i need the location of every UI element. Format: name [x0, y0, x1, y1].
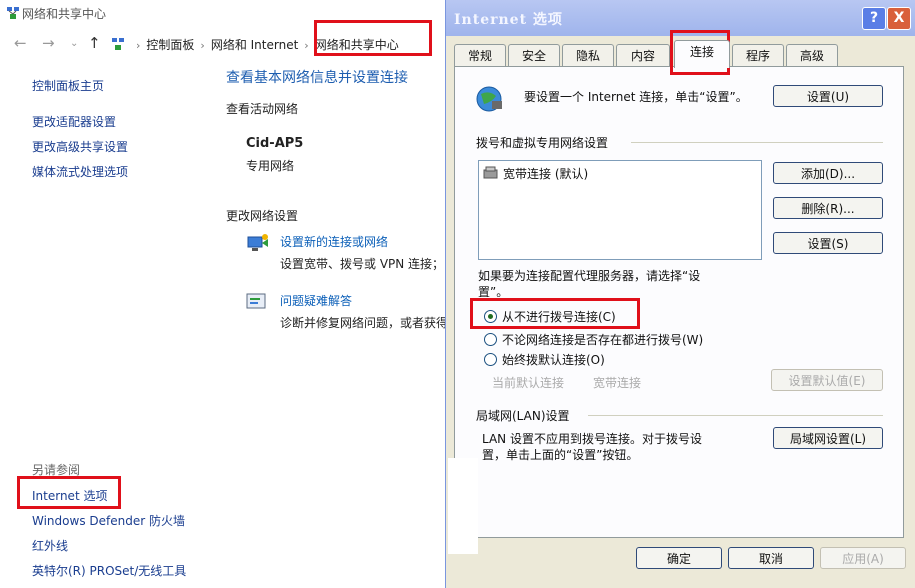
setup-connection-desc: 设置宽带、拨号或 VPN 连接；	[280, 257, 445, 271]
new-connection-icon	[246, 233, 270, 258]
troubleshoot-icon	[246, 292, 268, 315]
lan-settings-button[interactable]: 局域网设置(L)	[773, 427, 883, 449]
tab-general[interactable]: 常规	[454, 44, 506, 67]
breadcrumb-separator-icon: ›	[304, 39, 309, 52]
back-arrow-icon[interactable]: ←	[14, 34, 27, 52]
page-title: 查看基本网络信息并设置连接	[226, 70, 408, 86]
cancel-button[interactable]: 取消	[728, 547, 814, 569]
broadband-icon	[483, 166, 499, 183]
blank-patch	[448, 458, 478, 554]
remove-button[interactable]: 删除(R)...	[773, 197, 883, 219]
breadcrumb-control-panel[interactable]: 控制面板	[146, 38, 194, 52]
network-icon	[6, 6, 20, 23]
breadcrumb-separator-icon: ›	[136, 39, 141, 52]
lan-section-label: 局域网(LAN)设置	[476, 409, 570, 423]
highlight-never-dial	[470, 298, 640, 329]
lan-instruction-line1: LAN 设置不应用到拨号连接。对于拨号设	[482, 432, 702, 446]
window-title: 网络和共享中心	[22, 7, 107, 21]
add-button[interactable]: 添加(D)...	[773, 162, 883, 184]
close-button[interactable]: X	[887, 7, 911, 30]
apply-button[interactable]: 应用(A)	[820, 547, 906, 569]
setup-connection-link[interactable]: 设置新的连接或网络	[280, 233, 388, 250]
lan-instruction-line2: 置，单击上面的“设置”按钮。	[482, 448, 639, 462]
breadcrumb-separator-icon: ›	[200, 39, 205, 52]
proxy-instruction-line1: 如果要为连接配置代理服务器，请选择“设	[478, 269, 701, 283]
recent-chevron-icon[interactable]: ⌄	[70, 38, 78, 49]
see-also-infrared[interactable]: 红外线	[32, 537, 68, 554]
active-networks-label: 查看活动网络	[226, 102, 299, 116]
network-type: 专用网络	[246, 159, 295, 173]
tab-advanced[interactable]: 高级	[786, 44, 838, 67]
highlight-internet-options	[17, 476, 121, 509]
connection-name: 宽带连接 (默认)	[503, 167, 589, 181]
see-also-defender-firewall[interactable]: Windows Defender 防火墙	[32, 512, 185, 529]
breadcrumb-network-internet[interactable]: 网络和 Internet	[211, 38, 298, 52]
tab-connections[interactable]: 连接	[674, 40, 730, 68]
dialup-section-label: 拨号和虚拟专用网络设置	[476, 136, 609, 150]
troubleshoot-desc: 诊断并修复网络问题，或者获得	[280, 316, 449, 330]
radio-always-dial[interactable]	[484, 353, 497, 366]
divider	[631, 142, 883, 143]
sidebar-media-streaming[interactable]: 媒体流式处理选项	[32, 163, 128, 180]
dialog-title: Internet 选项	[454, 12, 563, 28]
sidebar-adapter-settings[interactable]: 更改适配器设置	[32, 113, 116, 130]
tab-programs[interactable]: 程序	[732, 44, 784, 67]
setup-button[interactable]: 设置(U)	[773, 85, 883, 107]
network-name: Cid-AP5	[246, 136, 304, 151]
sidebar-home-link[interactable]: 控制面板主页	[32, 77, 104, 94]
troubleshoot-link[interactable]: 问题疑难解答	[280, 292, 352, 309]
setup-instruction: 要设置一个 Internet 连接，单击“设置”。	[524, 90, 748, 104]
up-arrow-icon[interactable]: ↑	[88, 34, 101, 52]
radio-dial-whenever[interactable]	[484, 333, 497, 346]
settings-button[interactable]: 设置(S)	[773, 232, 883, 254]
divider	[588, 415, 883, 416]
current-default-value: 宽带连接	[593, 376, 642, 390]
sidebar-advanced-sharing[interactable]: 更改高级共享设置	[32, 138, 128, 155]
radio-always-dial-label[interactable]: 始终拨默认连接(O)	[502, 351, 605, 368]
connection-list[interactable]: 宽带连接 (默认)	[478, 160, 762, 260]
tab-privacy[interactable]: 隐私	[562, 44, 614, 67]
change-settings-label: 更改网络设置	[226, 209, 299, 223]
highlight-breadcrumb	[314, 20, 432, 56]
internet-options-dialog: Internet 选项 ? X 常规 安全 隐私 内容 连接 程序 高级 要设置…	[445, 0, 915, 588]
internet-globe-icon	[474, 84, 504, 117]
tab-security[interactable]: 安全	[508, 44, 560, 67]
ok-button[interactable]: 确定	[636, 547, 722, 569]
set-default-button[interactable]: 设置默认值(E)	[771, 369, 883, 391]
current-default-label: 当前默认连接	[492, 376, 565, 390]
help-button[interactable]: ?	[862, 7, 886, 30]
see-also-intel-proset[interactable]: 英特尔(R) PROSet/无线工具	[32, 562, 186, 579]
breadcrumb-network-icon	[112, 38, 125, 54]
forward-arrow-icon[interactable]: →	[42, 34, 55, 52]
radio-dial-whenever-label[interactable]: 不论网络连接是否存在都进行拨号(W)	[502, 331, 703, 348]
tab-content[interactable]: 内容	[616, 44, 670, 67]
